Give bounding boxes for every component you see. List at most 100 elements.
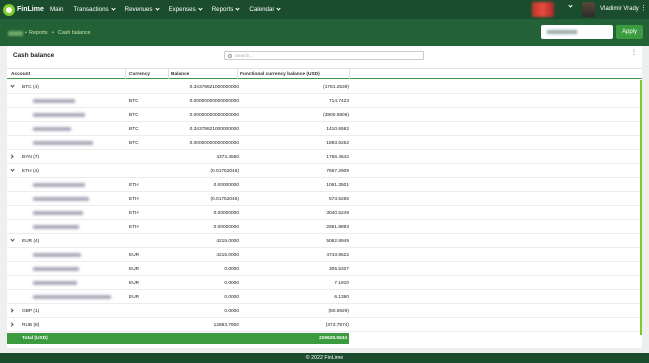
balance-cell: 4215.0000 <box>216 238 239 244</box>
company-selector-logo[interactable] <box>532 2 554 17</box>
nav-label: Expenses <box>168 6 196 13</box>
table-row[interactable]: EUR 4215.0000 4743.8522 <box>7 248 642 262</box>
account-group-name: BYN (7) <box>22 154 40 160</box>
chevron-down-icon <box>154 6 160 11</box>
nav-item-reports[interactable]: Reports <box>212 6 240 13</box>
account-name-redacted[interactable] <box>33 197 89 201</box>
vertical-scrollbar[interactable] <box>640 80 642 335</box>
balance-cell: 4215.0000 <box>216 252 239 258</box>
card-title: Cash balance <box>13 52 55 59</box>
table-row[interactable]: ETH 0.00000000 2951.8893 <box>7 220 642 234</box>
table-group-row[interactable]: GBP (1) 0.0000 (60.6929) <box>7 304 642 318</box>
user-name[interactable]: Vladimir Vrady <box>600 6 639 12</box>
currency-cell: EUR <box>129 266 140 272</box>
nav-item-main[interactable]: Main <box>50 6 63 13</box>
search-input[interactable]: Search... <box>224 51 424 60</box>
column-header-account[interactable]: Account <box>11 72 30 77</box>
account-name-redacted[interactable] <box>33 267 79 271</box>
currency-cell: EUR <box>129 252 140 258</box>
account-group-name: GBP (1) <box>22 308 40 314</box>
cash-balance-card: Cash balance Search... ⋮ Account Currenc… <box>7 46 642 348</box>
apply-button[interactable]: Apply <box>616 25 643 39</box>
table-group-row[interactable]: EUR (4) 4215.0000 5062.8949 <box>7 234 642 248</box>
account-name-redacted[interactable] <box>33 141 93 145</box>
company-chevron-down-icon[interactable] <box>568 3 573 8</box>
card-menu-icon[interactable]: ⋮ <box>631 50 637 56</box>
column-header-balance[interactable]: Balance <box>171 72 189 77</box>
currency-cell: ETH <box>129 182 139 188</box>
chevron-right-icon[interactable] <box>9 308 14 313</box>
functional-balance-cell: 7657.2909 <box>326 168 349 174</box>
account-name-redacted[interactable] <box>33 183 85 187</box>
table-row[interactable]: BTC 0.00000000000000000 714.7423 <box>7 94 642 108</box>
account-name-redacted[interactable] <box>33 253 81 257</box>
functional-balance-cell: 7.1910 <box>334 280 349 286</box>
breadcrumb-home-link[interactable] <box>8 31 23 36</box>
functional-balance-cell: 1766.4542 <box>326 154 349 160</box>
date-range-input[interactable] <box>541 25 613 39</box>
nav-item-expenses[interactable]: Expenses <box>168 6 203 13</box>
table-row[interactable]: ETH (0.01752046) 573.5265 <box>7 192 642 206</box>
table-row[interactable]: EUR 0.0000 7.1910 <box>7 276 642 290</box>
table-group-row[interactable]: RUB (8) 12883.7800 (373.7974) <box>7 318 642 332</box>
currency-cell: BTC <box>129 98 139 104</box>
total-row: Total (USD) 226628.5534 <box>7 333 349 344</box>
account-name-redacted[interactable] <box>33 295 111 299</box>
column-divider <box>349 68 350 79</box>
table-row[interactable]: ETH 0.00000000 3040.5249 <box>7 206 642 220</box>
account-name-redacted[interactable] <box>33 211 83 215</box>
column-header-functional-balance[interactable]: Functional currency balance (USD) <box>240 72 320 77</box>
balance-cell: 0.0000 <box>224 266 239 272</box>
currency-cell: ETH <box>129 224 139 230</box>
balance-cell: (0.01752046) <box>210 168 239 174</box>
chevron-down-icon[interactable] <box>10 166 15 172</box>
account-name-redacted[interactable] <box>33 113 85 117</box>
functional-balance-cell: 3040.5249 <box>326 210 349 216</box>
chevron-right-icon[interactable] <box>9 154 14 159</box>
breadcrumb-current: Cash balance <box>58 30 91 36</box>
chevron-down-icon[interactable] <box>10 82 15 88</box>
currency-cell: EUR <box>129 280 140 286</box>
table-row[interactable]: BTC 0.00000000000000000 1893.6262 <box>7 136 642 150</box>
table-group-row[interactable]: BYN (7) 4373.4550 1766.4542 <box>7 150 642 164</box>
balance-cell: 0.00000000 <box>213 210 239 216</box>
chevron-down-icon[interactable] <box>10 236 15 242</box>
table-group-row[interactable]: BTC (4) 0.34379821000000000 (1781.2539) <box>7 80 642 94</box>
table-row[interactable]: EUR 0.0000 6.1390 <box>7 290 642 304</box>
account-name-redacted[interactable] <box>33 99 75 103</box>
functional-balance-cell: (60.6929) <box>328 308 349 314</box>
brand-name: FinLime <box>17 6 44 13</box>
column-divider <box>168 68 169 79</box>
currency-cell: EUR <box>129 294 140 300</box>
account-name-redacted[interactable] <box>33 127 71 131</box>
nav-item-revenues[interactable]: Revenues <box>125 6 160 13</box>
chevron-down-icon <box>276 6 282 11</box>
table-row[interactable]: BTC 0.34379821000000000 1410.6582 <box>7 122 642 136</box>
breadcrumb-separator: • <box>25 30 27 36</box>
table-row[interactable]: ETH 0.00000000 1091.3501 <box>7 178 642 192</box>
balance-cell: 12883.7800 <box>213 322 239 328</box>
table-row[interactable]: BTC 0.00000000000000000 (3800.5806) <box>7 108 642 122</box>
column-header-currency[interactable]: Currency <box>129 72 150 77</box>
nav-item-calendar[interactable]: Calendar <box>249 6 282 13</box>
balance-cell: 0.00000000 <box>213 224 239 230</box>
user-avatar[interactable] <box>582 2 595 17</box>
nav-label: Transactions <box>73 6 109 13</box>
balance-cell: 0.34379821000000000 <box>189 84 239 90</box>
account-name-redacted[interactable] <box>33 281 77 285</box>
total-label: Total (USD) <box>22 336 48 341</box>
table-row[interactable]: EUR 0.0000 305.5327 <box>7 262 642 276</box>
nav-item-transactions[interactable]: Transactions <box>73 6 116 13</box>
brand-logo[interactable]: FinLime <box>3 3 45 16</box>
chevron-right-icon[interactable] <box>9 322 14 327</box>
footer-text: © 2022 FinLime <box>305 355 344 361</box>
breadcrumb-reports-link[interactable]: Reports <box>29 30 48 36</box>
footer: © 2022 FinLime <box>0 353 649 363</box>
currency-cell: BTC <box>129 112 139 118</box>
balance-cell: 4373.4550 <box>216 154 239 160</box>
account-name-redacted[interactable] <box>33 225 79 229</box>
chevron-down-icon <box>198 6 203 11</box>
table-group-row[interactable]: ETH (4) (0.01752046) 7657.2909 <box>7 164 642 178</box>
more-vertical-icon[interactable]: ⋮ <box>640 5 647 12</box>
balance-cell: (0.01752046) <box>210 196 239 202</box>
